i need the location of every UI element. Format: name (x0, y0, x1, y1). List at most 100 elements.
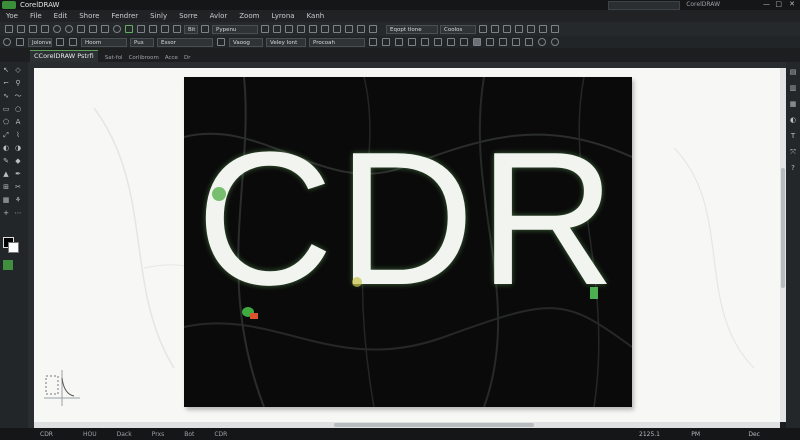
tab-sub-3[interactable]: Acce (162, 54, 181, 62)
effects-icon[interactable] (369, 25, 377, 33)
menu-item[interactable]: Yoe (0, 12, 24, 20)
vertical-scroll-thumb[interactable] (781, 168, 785, 288)
tab-sub-4[interactable]: Dr (181, 54, 194, 62)
break-icon[interactable] (460, 38, 468, 46)
close-icon[interactable]: ✕ (789, 0, 795, 8)
minimize-icon[interactable]: — (763, 0, 770, 8)
parallel-dimension-icon[interactable]: ⤢ (2, 131, 10, 139)
connector-tool-icon[interactable]: ⌇ (14, 131, 22, 139)
trim-icon[interactable] (499, 38, 507, 46)
tab-sub-1[interactable]: Sat-fol (102, 54, 126, 62)
blend-tool-icon[interactable]: ◐ (2, 144, 10, 152)
docker-transform-icon[interactable]: ⤧ (789, 148, 797, 156)
interactive-fill-icon[interactable]: ◆ (14, 157, 22, 165)
eyedropper-tool-icon[interactable]: ✎ (2, 157, 10, 165)
add-tool-icon[interactable]: + (2, 209, 10, 217)
fill-icon[interactable] (345, 25, 353, 33)
prop-field-2[interactable]: Hoom (81, 37, 127, 47)
ungroup-icon[interactable] (434, 38, 442, 46)
snap-icon[interactable] (201, 25, 209, 33)
menu-item[interactable]: Lyrona (265, 12, 300, 20)
lock-icon[interactable] (56, 38, 64, 46)
palette-icon[interactable] (273, 25, 281, 33)
settings-icon[interactable] (479, 25, 487, 33)
help-icon[interactable] (491, 25, 499, 33)
prop-field-1[interactable]: Jolonve (28, 37, 52, 47)
eye-icon[interactable] (3, 38, 11, 46)
menu-item[interactable]: Avlor (204, 12, 234, 20)
polygon-tool-icon[interactable]: ⬠ (2, 118, 10, 126)
options-icon[interactable] (261, 25, 269, 33)
text-icon[interactable] (297, 25, 305, 33)
maximize-icon[interactable]: □ (775, 0, 782, 8)
docker-layers-icon[interactable]: ▦ (789, 100, 797, 108)
intersect-icon[interactable] (512, 38, 520, 46)
order-icon[interactable] (408, 38, 416, 46)
docker-properties-icon[interactable]: ▤ (789, 68, 797, 76)
outline-pen-icon[interactable]: ✒ (14, 170, 22, 178)
cut-icon[interactable] (77, 25, 85, 33)
table-tool-icon[interactable]: ▦ (2, 196, 10, 204)
knife-tool-icon[interactable]: ✂ (14, 183, 22, 191)
zoom-out-icon[interactable] (551, 38, 559, 46)
brush-icon[interactable] (539, 25, 547, 33)
artistic-media-icon[interactable]: 〜 (14, 92, 22, 100)
menu-item[interactable]: Sorre (173, 12, 204, 20)
menu-item[interactable]: File (24, 12, 48, 20)
smart-fill-icon[interactable]: ▲ (2, 170, 10, 178)
search-icon[interactable] (113, 25, 121, 33)
menu-item[interactable]: Kanh (301, 12, 331, 20)
print-icon[interactable] (41, 25, 49, 33)
view-icon[interactable] (333, 25, 341, 33)
weld-icon[interactable] (486, 38, 494, 46)
transform-icon[interactable] (309, 25, 317, 33)
mirror-h-icon[interactable] (369, 38, 377, 46)
docker-text-icon[interactable]: T (789, 132, 797, 140)
prop-field-7[interactable]: Procoah (309, 37, 365, 47)
horizontal-scroll-thumb[interactable] (334, 423, 534, 427)
menu-item[interactable]: Fendrer (105, 12, 144, 20)
outline-color-swatch[interactable] (8, 242, 19, 253)
crop-tool-icon[interactable]: ⌐ (2, 79, 10, 87)
prop-field-6[interactable]: Veley Iont (266, 37, 306, 47)
save-icon[interactable] (29, 25, 37, 33)
launch-icon[interactable] (173, 25, 181, 33)
menu-item[interactable]: Sinly (144, 12, 173, 20)
node-icon[interactable] (527, 25, 535, 33)
link-icon[interactable] (69, 38, 77, 46)
zoom-tool-icon[interactable]: ⚲ (14, 79, 22, 87)
ellipse-tool-icon[interactable]: ○ (14, 105, 22, 113)
combine-icon[interactable] (447, 38, 455, 46)
undo-icon[interactable] (53, 25, 61, 33)
zoom-dropdown[interactable]: Coolos (440, 24, 476, 34)
layers-icon[interactable] (285, 25, 293, 33)
tab-sub-2[interactable]: Corlibroom (126, 54, 162, 62)
prop-field-5[interactable]: Vaoog (229, 37, 263, 47)
wrap-icon[interactable] (395, 38, 403, 46)
top-search-field[interactable] (608, 1, 680, 10)
smear-tool-icon[interactable]: ⚘ (14, 196, 22, 204)
menu-item[interactable]: Shore (73, 12, 105, 20)
import-icon[interactable] (125, 25, 133, 33)
copy-props-icon[interactable] (16, 38, 24, 46)
text-tool-icon[interactable]: A (14, 118, 22, 126)
artwork-image[interactable]: CDR (184, 77, 632, 407)
more-tools-icon[interactable]: ⋯ (14, 209, 22, 217)
zoom-in-icon[interactable] (538, 38, 546, 46)
eraser-icon[interactable] (551, 25, 559, 33)
paste-icon[interactable] (101, 25, 109, 33)
pen-icon[interactable] (515, 25, 523, 33)
prop-field-4[interactable]: Essor (157, 37, 213, 47)
simplify-icon[interactable] (525, 38, 533, 46)
wireframe-icon[interactable] (503, 25, 511, 33)
align-icon[interactable] (321, 25, 329, 33)
shape-tool-icon[interactable]: ◇ (14, 66, 22, 74)
tab-active-document[interactable]: CCorelDRAW Pstrfi (30, 50, 98, 62)
menu-item[interactable]: Edit (48, 12, 74, 20)
open-icon[interactable] (17, 25, 25, 33)
prop-field-3[interactable]: Pus (130, 37, 154, 47)
snap-dropdown[interactable]: Eqopt tlone (386, 24, 438, 34)
export-icon[interactable] (137, 25, 145, 33)
menu-item[interactable]: Zoom (233, 12, 265, 20)
new-icon[interactable] (5, 25, 13, 33)
